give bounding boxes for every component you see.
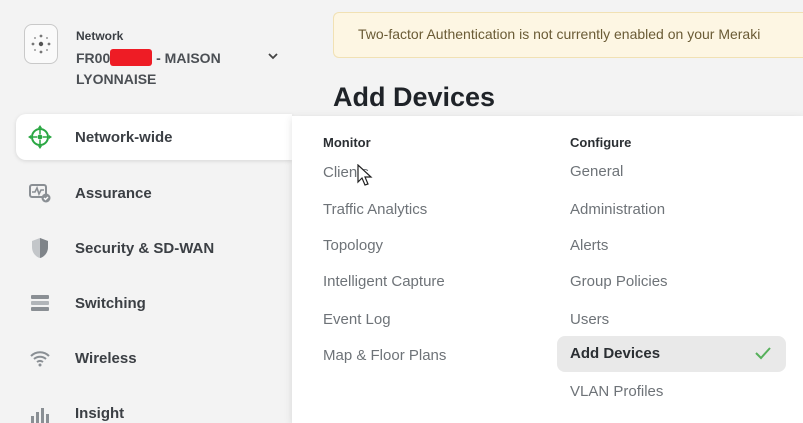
network-name-prefix: FR00: [76, 50, 111, 66]
banner-text: Two-factor Authentication is not current…: [358, 26, 761, 42]
sidebar-item-label: Wireless: [75, 349, 137, 367]
sidebar-item-label: Switching: [75, 294, 146, 312]
menu-item-general[interactable]: General: [570, 163, 623, 180]
menu-item-traffic-analytics[interactable]: Traffic Analytics: [323, 201, 427, 218]
menu-item-add-devices[interactable]: Add Devices: [557, 336, 786, 372]
network-selector[interactable]: FR00 - MAISON LYONNAISE: [76, 48, 266, 90]
insight-icon: [26, 399, 54, 423]
switch-icon: [26, 289, 54, 317]
menu-item-vlan-profiles[interactable]: VLAN Profiles: [570, 383, 663, 400]
menu-item-group-policies[interactable]: Group Policies: [570, 273, 668, 290]
sidebar-item-network-wide[interactable]: Network-wide: [16, 114, 292, 160]
mouse-cursor-icon: [357, 164, 373, 186]
network-icon[interactable]: [24, 24, 58, 64]
menu-item-event-log[interactable]: Event Log: [323, 311, 391, 328]
checkmark-icon: [755, 347, 771, 360]
sidebar-item-label: Network-wide: [75, 128, 173, 146]
menu-item-map-floor-plans[interactable]: Map & Floor Plans: [323, 347, 446, 364]
configure-heading: Configure: [570, 135, 632, 150]
chevron-down-icon[interactable]: [267, 50, 279, 62]
network-wide-icon: [26, 123, 54, 151]
sidebar: Network FR00 - MAISON LYONNAISE Network-…: [0, 0, 292, 423]
two-factor-warning-banner: Two-factor Authentication is not current…: [333, 12, 803, 58]
menu-item-topology[interactable]: Topology: [323, 237, 383, 254]
menu-item-users[interactable]: Users: [570, 311, 609, 328]
wifi-icon: [26, 344, 54, 372]
network-wide-flyout-menu: Monitor Clients Traffic Analytics Topolo…: [292, 116, 803, 423]
menu-item-administration[interactable]: Administration: [570, 201, 665, 218]
monitor-heading: Monitor: [323, 135, 371, 150]
menu-item-label: Add Devices: [570, 345, 661, 362]
shield-icon: [26, 234, 54, 262]
sidebar-item-label: Security & SD-WAN: [75, 239, 215, 257]
menu-item-alerts[interactable]: Alerts: [570, 237, 608, 254]
menu-item-intelligent-capture[interactable]: Intelligent Capture: [323, 273, 445, 290]
sidebar-item-insight[interactable]: Insight: [16, 390, 292, 423]
sidebar-item-wireless[interactable]: Wireless: [16, 335, 292, 381]
sidebar-item-assurance[interactable]: Assurance: [16, 170, 292, 216]
assurance-icon: [26, 179, 54, 207]
sidebar-item-switching[interactable]: Switching: [16, 280, 292, 326]
sidebar-item-security[interactable]: Security & SD-WAN: [16, 225, 292, 271]
redaction-mark: [110, 49, 153, 66]
sidebar-item-label: Insight: [75, 404, 125, 422]
page-title: Add Devices: [333, 82, 496, 112]
sidebar-item-label: Assurance: [75, 184, 152, 202]
network-label: Network: [76, 29, 124, 43]
